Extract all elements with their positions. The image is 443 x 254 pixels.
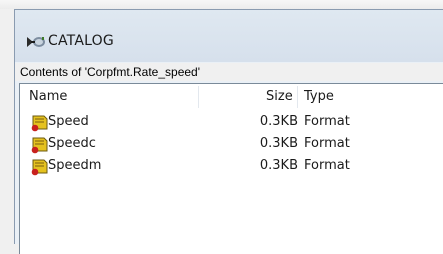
file-name: Speedc [48,136,96,151]
file-size: 0.3KB [259,136,298,151]
file-size: 0.3KB [259,114,298,129]
file-type: Format [304,158,350,173]
file-type: Format [304,114,350,129]
column-header-type[interactable]: Type [304,89,334,104]
format-file-icon [31,115,48,132]
catalog-window: CATALOG Contents of 'Corpfmt.Rate_speed'… [14,9,443,254]
catalog-icon [27,37,45,47]
window-title: CATALOG [48,33,114,49]
format-file-icon [31,159,48,176]
file-name: Speedm [48,158,102,173]
list-item[interactable]: Speed 0.3KB Format [20,111,443,133]
contents-label: Contents of 'Corpfmt.Rate_speed' [15,63,443,81]
column-divider[interactable] [297,86,298,108]
list-item[interactable]: Speedm 0.3KB Format [20,155,443,177]
list-item[interactable]: Speedc 0.3KB Format [20,133,443,155]
desktop-top-strip [0,0,443,9]
format-file-icon [31,137,48,154]
column-header-name[interactable]: Name [29,89,67,104]
column-divider[interactable] [198,86,199,108]
file-type: Format [304,136,350,151]
file-name: Speed [48,114,89,129]
list-header: Name Size Type [20,84,443,110]
title-bar[interactable]: CATALOG [15,10,443,62]
catalog-list-view[interactable]: Name Size Type Speed 0.3KB Format Speedc [19,83,443,254]
file-size: 0.3KB [259,158,298,173]
column-header-size[interactable]: Size [266,89,293,104]
